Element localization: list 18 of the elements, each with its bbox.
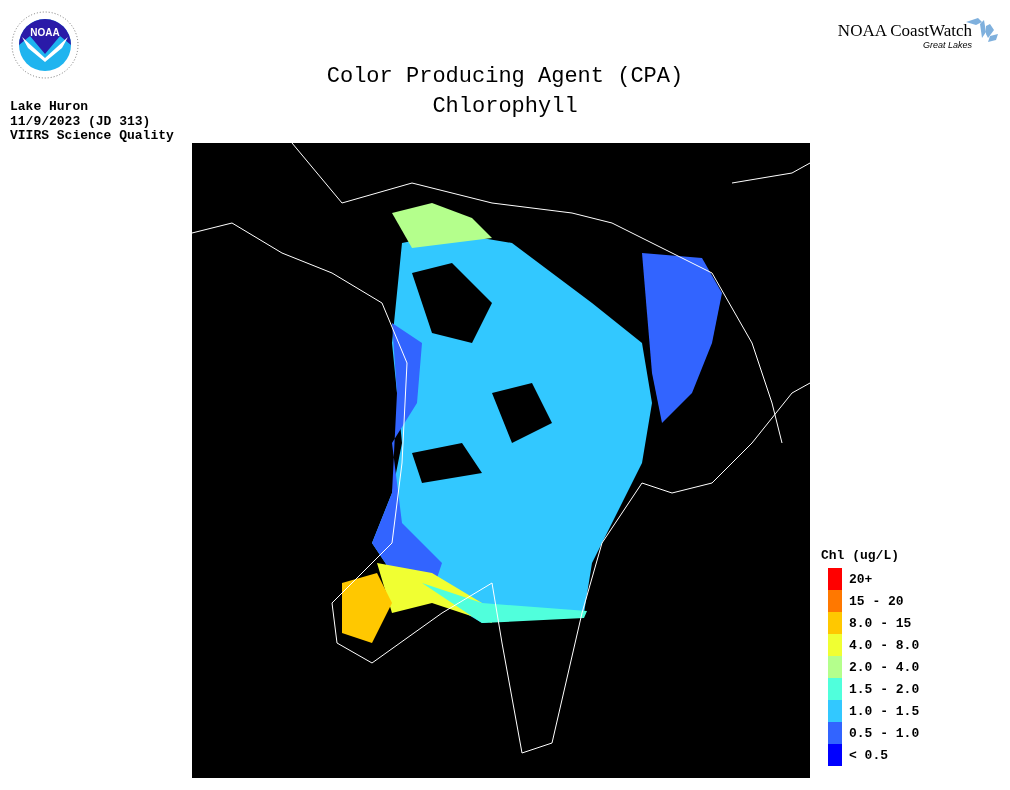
info-line: Lake Huron — [10, 100, 89, 115]
legend-label: 1.5 - 2.0 — [849, 681, 920, 697]
legend-label: 2.0 - 4.0 — [849, 659, 920, 675]
legend-label: 4.0 - 8.0 — [849, 637, 920, 653]
map-title: Color Producing Agent (CPA) — [326, 63, 684, 91]
info-line: VIIRS Science Quality — [10, 129, 175, 144]
brand-name: NOAA CoastWatch — [837, 22, 972, 40]
brand-region: Great Lakes — [922, 40, 972, 50]
legend-title: Chl (ug/L) — [821, 548, 900, 564]
legend-label: 8.0 - 15 — [849, 615, 912, 631]
legend-label: 0.5 - 1.0 — [849, 725, 920, 741]
map-title: Chlorophyll — [432, 93, 578, 121]
agency-logo: NOAA — [10, 10, 80, 80]
legend-label: 15 - 20 — [849, 593, 904, 609]
info-line: 11/9/2023 (JD 313) — [10, 114, 152, 129]
legend-label: < 0.5 — [849, 747, 888, 763]
legend-label: 20+ — [849, 571, 873, 587]
legend-label: 1.0 - 1.5 — [849, 703, 920, 719]
